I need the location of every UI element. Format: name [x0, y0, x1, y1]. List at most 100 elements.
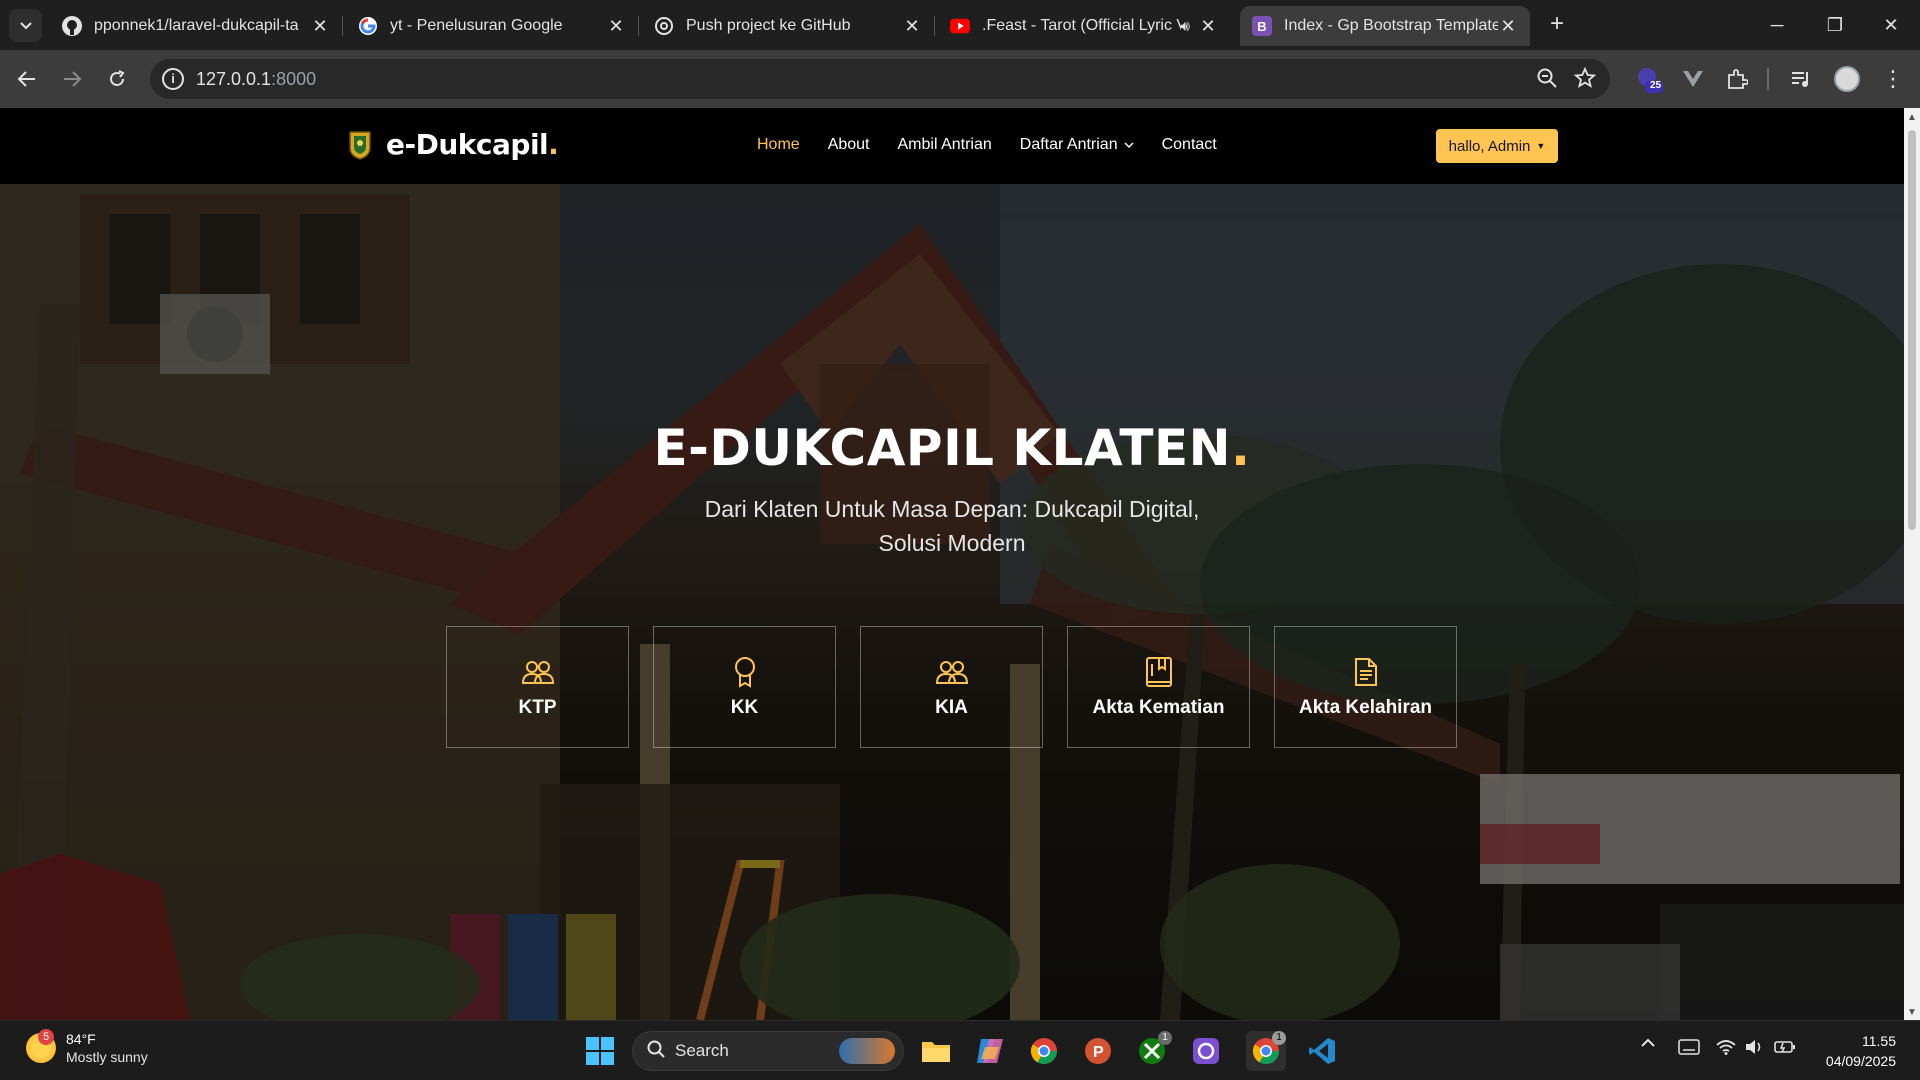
openai-icon	[654, 16, 674, 36]
profile-avatar-icon[interactable]	[1832, 64, 1862, 94]
tab-youtube[interactable]: .Feast - Tarot (Official Lyric V 🔊︎ ✕	[938, 6, 1230, 46]
page-scrollbar[interactable]: ▲ ▼	[1904, 108, 1920, 1020]
tab-chatgpt[interactable]: Push project ke GitHub ✕	[642, 6, 935, 46]
weather-widget[interactable]: 5 84°F Mostly sunny	[26, 1029, 148, 1066]
xbox-icon[interactable]: 1	[1132, 1031, 1172, 1071]
close-window-icon[interactable]: ✕	[1862, 0, 1920, 50]
weather-desc: Mostly sunny	[66, 1049, 148, 1065]
hero-subtitle: Dari Klaten Untuk Masa Depan: Dukcapil D…	[704, 496, 1200, 556]
chrome-running-icon[interactable]: 1	[1246, 1031, 1286, 1071]
zoom-icon[interactable]	[1536, 67, 1558, 94]
scroll-up-icon[interactable]: ▲	[1907, 112, 1917, 123]
user-dropdown-button[interactable]: hallo, Admin ▼	[1436, 129, 1558, 163]
extensions-puzzle-icon[interactable]	[1722, 64, 1752, 94]
speaker-icon[interactable]: 🔊︎	[1181, 18, 1190, 35]
system-clock[interactable]: 11.55 04/09/2025	[1800, 1031, 1896, 1071]
service-label: Akta Kelahiran	[1298, 697, 1433, 718]
restore-icon[interactable]: ❐	[1806, 0, 1864, 50]
copilot-icon[interactable]	[970, 1031, 1010, 1071]
close-icon[interactable]: ✕	[310, 16, 330, 37]
service-label: KTP	[518, 697, 557, 718]
new-tab-button[interactable]: +	[1542, 10, 1572, 40]
people-icon	[521, 655, 555, 689]
battery-icon[interactable]	[1774, 1039, 1796, 1060]
powerpoint-icon[interactable]: P	[1078, 1031, 1118, 1071]
service-box-akta-kelahiran[interactable]: Akta Kelahiran	[1274, 626, 1457, 748]
klaten-emblem-icon	[349, 130, 371, 160]
hero-background	[0, 184, 1904, 1020]
nav-contact[interactable]: Contact	[1162, 136, 1217, 154]
extension-puzzle-badge-icon[interactable]: 25	[1634, 64, 1664, 94]
brand-logo-link[interactable]: e-Dukcapil .	[348, 128, 559, 161]
service-label: Akta Kematian	[1092, 697, 1225, 718]
start-button[interactable]	[580, 1031, 620, 1071]
nav-home[interactable]: Home	[757, 136, 800, 154]
vscode-icon[interactable]	[1302, 1031, 1342, 1071]
url-text[interactable]: 127.0.0.1:8000	[196, 69, 316, 90]
chrome-menu-icon[interactable]: ⋮	[1878, 64, 1908, 94]
bookmark-star-icon[interactable]	[1573, 66, 1597, 94]
tab-google[interactable]: yt - Penelusuran Google ✕	[346, 6, 639, 46]
address-bar[interactable]: i 127.0.0.1:8000	[150, 59, 1610, 99]
bootstrap-icon: B	[1252, 16, 1272, 36]
search-icon	[647, 1040, 665, 1063]
file-explorer-icon[interactable]	[916, 1031, 956, 1071]
weather-badge: 5	[38, 1029, 54, 1045]
close-icon[interactable]: ✕	[902, 16, 922, 37]
sun-icon: 5	[26, 1029, 56, 1063]
brand-dot: .	[548, 128, 559, 161]
extension-badge: 25	[1650, 80, 1662, 91]
nav-about[interactable]: About	[828, 136, 870, 154]
tab-title: Index - Gp Bootstrap Template	[1284, 17, 1498, 34]
minimize-icon[interactable]: ─	[1748, 0, 1806, 50]
service-box-ktp[interactable]: KTP	[446, 626, 629, 748]
media-control-icon[interactable]	[1786, 64, 1816, 94]
wifi-icon[interactable]	[1716, 1039, 1736, 1060]
chrome-badge: 1	[1272, 1031, 1286, 1045]
book-icon	[1142, 655, 1176, 689]
hero-title-dot: .	[1230, 419, 1251, 477]
weather-temp: 84°F	[66, 1031, 96, 1047]
award-icon	[728, 655, 762, 689]
service-label: KK	[730, 697, 759, 718]
close-icon[interactable]: ✕	[606, 16, 626, 37]
volume-icon[interactable]	[1744, 1039, 1764, 1060]
nav-daftar-antrian[interactable]: Daftar Antrian	[1020, 136, 1134, 154]
service-box-kk[interactable]: KK	[653, 626, 836, 748]
chevron-down-icon	[19, 21, 32, 29]
service-box-akta-kematian[interactable]: Akta Kematian	[1067, 626, 1250, 748]
user-greeting: hallo, Admin	[1448, 137, 1531, 155]
site-info-icon[interactable]: i	[162, 68, 184, 90]
back-icon[interactable]	[12, 64, 42, 94]
close-icon[interactable]: ✕	[1198, 16, 1218, 37]
chrome-icon[interactable]	[1024, 1031, 1064, 1071]
hero-title: E-DUKCAPIL KLATEN.	[0, 419, 1904, 477]
people-icon	[935, 655, 969, 689]
google-icon	[358, 16, 378, 36]
service-icon-boxes: KTP KK KIA Akta Kematian Akta Kelahiran	[446, 626, 1481, 748]
hero-title-text: E-DUKCAPIL KLATEN	[653, 419, 1231, 477]
toolbar-divider	[1767, 68, 1769, 90]
vuejs-devtools-icon[interactable]	[1678, 64, 1708, 94]
close-icon[interactable]: ✕	[1498, 16, 1518, 37]
tab-search-button[interactable]	[9, 9, 42, 42]
service-box-kia[interactable]: KIA	[860, 626, 1043, 748]
scrollbar-thumb[interactable]	[1908, 130, 1916, 530]
windows-taskbar: 5 84°F Mostly sunny Search P 1 1 11.55 0…	[0, 1020, 1920, 1080]
reload-icon[interactable]	[102, 64, 132, 94]
keyboard-icon[interactable]	[1678, 1039, 1700, 1060]
tab-title: yt - Penelusuran Google	[390, 17, 563, 34]
scroll-down-icon[interactable]: ▼	[1907, 1007, 1917, 1018]
tab-github[interactable]: pponnek1/laravel-dukcapil-ta ✕	[50, 6, 343, 46]
clock-date: 04/09/2025	[1825, 1053, 1896, 1069]
service-label: KIA	[935, 697, 968, 718]
windows-app-icon[interactable]	[1186, 1031, 1226, 1071]
page-viewport: e-Dukcapil . Home About Ambil Antrian Da…	[0, 108, 1904, 1020]
chevron-up-icon[interactable]	[1640, 1035, 1656, 1053]
forward-icon[interactable]	[57, 64, 87, 94]
tab-index-active[interactable]: B Index - Gp Bootstrap Template ✕	[1240, 6, 1530, 46]
caret-down-icon: ▼	[1536, 141, 1546, 151]
tab-title: Push project ke GitHub	[686, 17, 851, 34]
taskbar-search[interactable]: Search	[632, 1031, 904, 1071]
nav-ambil-antrian[interactable]: Ambil Antrian	[898, 136, 992, 154]
